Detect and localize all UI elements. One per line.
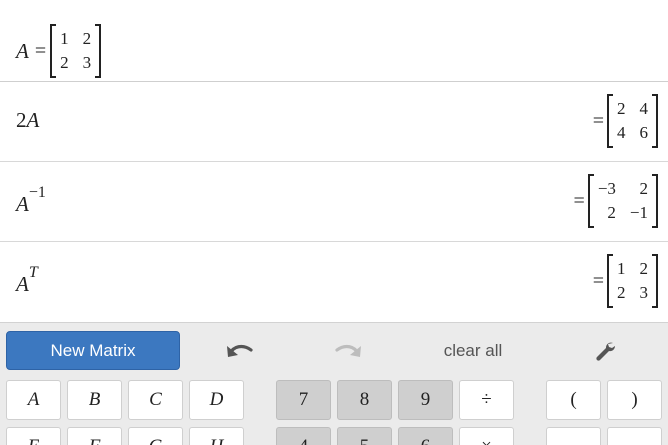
key-8[interactable]: 8 <box>337 380 392 420</box>
right-bracket <box>95 24 102 78</box>
result-matrix: 2 4 4 6 <box>607 94 658 148</box>
matrix-name: A <box>16 272 29 296</box>
key-6[interactable]: 6 <box>398 427 453 445</box>
expression-row-definition[interactable]: A = 1 2 2 3 <box>0 0 668 82</box>
matrix-name: A <box>26 108 40 132</box>
matrix-cell: 1 <box>60 29 69 48</box>
key-h[interactable]: H <box>189 427 244 445</box>
key-4[interactable]: 4 <box>276 427 331 445</box>
matrix-cell: 4 <box>639 99 649 118</box>
result: = 2 4 4 6 <box>593 94 658 148</box>
expression-row-inverse[interactable]: A−1 = −3 2 2 −1 <box>0 162 668 242</box>
key-b[interactable]: B <box>67 380 122 420</box>
key-c[interactable]: C <box>128 380 183 420</box>
equals-sign: = <box>592 269 604 292</box>
superscript: −1 <box>28 184 46 201</box>
matrix-cell: 4 <box>617 123 626 142</box>
clear-all-button[interactable]: clear all <box>430 331 516 370</box>
matrix-cell: 2 <box>617 283 626 302</box>
matrix-cell: −1 <box>629 203 648 222</box>
expression-input[interactable]: 2A <box>16 108 39 133</box>
matrix-cell: 2 <box>617 99 626 118</box>
new-matrix-button[interactable]: New Matrix <box>6 331 180 370</box>
expression-input[interactable]: AT <box>16 264 38 297</box>
matrix-cell: 2 <box>639 179 649 198</box>
matrix-cell: 2 <box>639 259 649 278</box>
undo-button[interactable] <box>212 331 268 370</box>
key-5[interactable]: 5 <box>337 427 392 445</box>
key-right-arrow[interactable]: → <box>607 427 662 445</box>
key-multiply[interactable]: × <box>459 427 514 445</box>
matrix-cell: 3 <box>639 283 649 302</box>
key-a[interactable]: A <box>6 380 61 420</box>
right-bracket <box>652 94 658 148</box>
result-matrix: 1 2 2 3 <box>607 254 658 308</box>
key-close-paren[interactable]: ) <box>607 380 662 420</box>
matrix-cell: 2 <box>60 53 69 72</box>
superscript: T <box>28 264 38 281</box>
right-bracket <box>652 254 658 308</box>
wrench-icon <box>596 342 616 361</box>
key-9[interactable]: 9 <box>398 380 453 420</box>
matrix-name: A <box>16 38 29 63</box>
key-e[interactable]: E <box>6 427 61 445</box>
equals-sign: = <box>34 39 47 62</box>
settings-button[interactable] <box>580 331 630 370</box>
right-bracket <box>652 174 658 228</box>
expression-text: 2 <box>16 108 27 132</box>
redo-icon <box>335 344 361 357</box>
matrix-cell: −3 <box>597 179 616 198</box>
equals-sign: = <box>573 189 585 212</box>
result: = 1 2 2 3 <box>593 254 658 308</box>
expression-row-transpose[interactable]: AT = 1 2 2 3 <box>0 242 668 322</box>
matrix-cell: 1 <box>617 259 626 278</box>
matrix-cell: 2 <box>82 29 92 48</box>
key-g[interactable]: G <box>128 427 183 445</box>
key-divide[interactable]: ÷ <box>459 380 514 420</box>
matrix-cell: 6 <box>639 123 649 142</box>
equals-sign: = <box>592 109 604 132</box>
key-7[interactable]: 7 <box>276 380 331 420</box>
undo-icon <box>227 344 253 357</box>
expression-input[interactable]: A−1 <box>16 184 46 217</box>
expression-row-2a[interactable]: 2A = 2 4 4 6 <box>0 82 668 162</box>
result-matrix: −3 2 2 −1 <box>587 174 658 228</box>
keypad: New Matrix clear all A B C D 7 8 9 ÷ ( )… <box>0 322 668 445</box>
definition-expression: A = 1 2 2 3 <box>16 24 102 78</box>
key-open-paren[interactable]: ( <box>546 380 601 420</box>
matrix-cell: 3 <box>82 53 92 72</box>
matrix-a-definition: 1 2 2 3 <box>50 24 102 78</box>
matrix-cell: 2 <box>607 203 616 222</box>
result: = −3 2 2 −1 <box>574 174 658 228</box>
redo-button[interactable] <box>320 331 376 370</box>
key-left-arrow[interactable]: ← <box>546 427 601 445</box>
key-d[interactable]: D <box>189 380 244 420</box>
key-f[interactable]: F <box>67 427 122 445</box>
matrix-name: A <box>16 192 29 216</box>
